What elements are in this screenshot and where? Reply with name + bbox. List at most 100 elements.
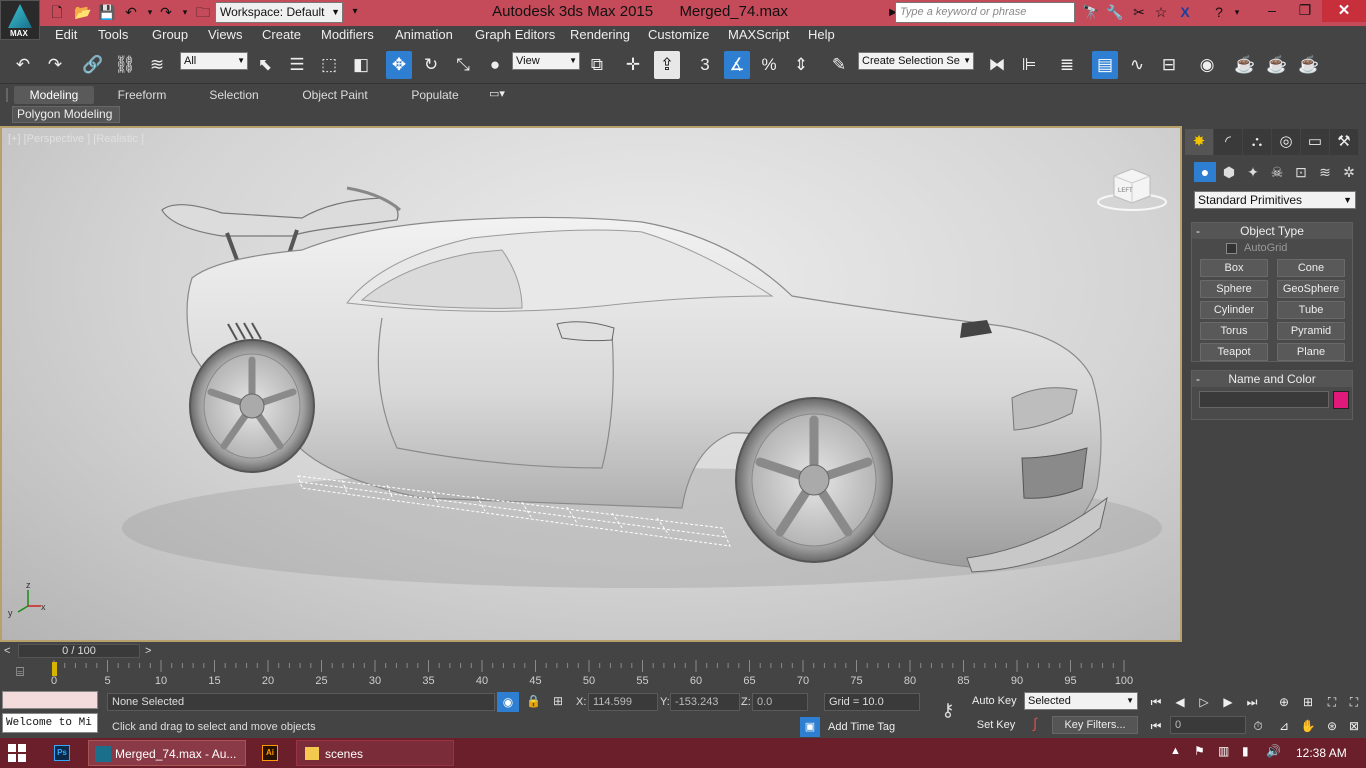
- key-mode-toggle-icon[interactable]: ⏮: [1146, 716, 1166, 736]
- redo-icon[interactable]: ↷: [42, 51, 68, 79]
- set-key-button[interactable]: Set Key: [972, 716, 1020, 734]
- menu-animation[interactable]: Animation: [395, 27, 453, 42]
- selection-lock-icon[interactable]: 🔒: [526, 694, 541, 708]
- menu-help[interactable]: Help: [808, 27, 835, 42]
- tab-freeform[interactable]: Freeform: [104, 86, 180, 104]
- pivot-point-icon[interactable]: ⧉: [584, 51, 610, 79]
- menu-group[interactable]: Group: [152, 27, 188, 42]
- perspective-viewport[interactable]: [+] [Perspective ] [Realistic ] LEFT x y…: [0, 126, 1182, 642]
- app-menu-button[interactable]: MAX: [0, 0, 40, 40]
- project-folder-icon[interactable]: 🗀: [194, 3, 212, 21]
- object-category-dropdown[interactable]: Standard Primitives ▼: [1194, 191, 1356, 209]
- bind-to-space-warp-icon[interactable]: ≋: [144, 51, 170, 79]
- field-of-view-icon[interactable]: ⊿: [1274, 716, 1294, 736]
- shapes-icon[interactable]: ⬢: [1218, 162, 1240, 182]
- tab-modeling[interactable]: Modeling: [14, 86, 94, 104]
- ribbon-panel-polygon-modeling[interactable]: Polygon Modeling: [12, 106, 120, 123]
- favorites-star-icon[interactable]: ☆: [1152, 3, 1170, 21]
- display-tab-icon[interactable]: ▭: [1301, 129, 1329, 155]
- z-coordinate-input[interactable]: 0.0: [752, 693, 808, 711]
- next-frame-icon[interactable]: ▶: [1218, 692, 1238, 712]
- auto-key-button[interactable]: Auto Key: [972, 695, 1017, 707]
- volume-icon[interactable]: 🔊: [1266, 744, 1281, 758]
- redo-dropdown-icon[interactable]: ▾: [176, 3, 194, 21]
- flag-icon[interactable]: ⚑: [1194, 744, 1205, 758]
- subscription-icon[interactable]: 🔧: [1106, 3, 1124, 21]
- align-icon[interactable]: ⊫: [1016, 51, 1042, 79]
- plane-button[interactable]: Plane: [1277, 343, 1345, 361]
- exchange-icon[interactable]: X: [1176, 3, 1194, 21]
- create-tab-icon[interactable]: ✸: [1185, 129, 1213, 155]
- view-cube[interactable]: LEFT: [1092, 164, 1172, 214]
- zoom-extents-icon[interactable]: ⛶: [1322, 692, 1342, 712]
- layer-manager-icon[interactable]: ≣: [1054, 51, 1080, 79]
- modify-tab-icon[interactable]: ◜: [1214, 129, 1242, 155]
- adaptive-degradation-icon[interactable]: ▣: [800, 717, 820, 737]
- helpers-icon[interactable]: ⊡: [1290, 162, 1312, 182]
- car-model[interactable]: [2, 128, 1182, 642]
- go-to-start-icon[interactable]: ⏮: [1146, 692, 1166, 712]
- isolate-selection-icon[interactable]: ◉: [497, 692, 519, 712]
- tube-button[interactable]: Tube: [1277, 301, 1345, 319]
- select-and-scale-icon[interactable]: ⤡: [450, 51, 476, 79]
- select-and-place-icon[interactable]: ●: [482, 51, 508, 79]
- cylinder-button[interactable]: Cylinder: [1200, 301, 1268, 319]
- selection-filter-dropdown[interactable]: All ▼: [180, 52, 248, 70]
- geosphere-button[interactable]: GeoSphere: [1277, 280, 1345, 298]
- ribbon-grip[interactable]: [6, 88, 8, 102]
- keyboard-shortcut-override-icon[interactable]: ⇪: [654, 51, 680, 79]
- menu-create[interactable]: Create: [262, 27, 301, 42]
- autogrid-checkbox[interactable]: [1226, 243, 1237, 254]
- battery-icon[interactable]: ▮: [1242, 744, 1249, 758]
- pan-view-icon[interactable]: ✋: [1298, 716, 1318, 736]
- redo-icon[interactable]: ↷: [157, 3, 175, 21]
- render-setup-icon[interactable]: ☕: [1232, 51, 1258, 79]
- maxscript-mini-listener-top[interactable]: [2, 691, 98, 709]
- undo-icon[interactable]: ↶: [10, 51, 36, 79]
- orbit-icon[interactable]: ⊛: [1322, 716, 1342, 736]
- menu-tools[interactable]: Tools: [98, 27, 128, 42]
- quick-access-dropdown-icon[interactable]: ▾: [346, 3, 364, 21]
- named-selection-dropdown[interactable]: Create Selection Se ▼: [858, 52, 974, 70]
- curve-editor-icon[interactable]: ∿: [1124, 51, 1150, 79]
- maximize-viewport-icon[interactable]: ⊠: [1344, 716, 1364, 736]
- object-color-swatch[interactable]: [1333, 391, 1349, 409]
- close-icon[interactable]: ✕: [1322, 0, 1366, 22]
- motion-tab-icon[interactable]: ◎: [1272, 129, 1300, 155]
- show-hidden-icons-icon[interactable]: ▲: [1170, 745, 1181, 757]
- angle-snap-icon[interactable]: ∡: [724, 51, 750, 79]
- search-input[interactable]: Type a keyword or phrase: [895, 2, 1075, 23]
- default-tangent-icon[interactable]: ∫: [1024, 715, 1046, 735]
- current-frame-input[interactable]: 0: [1170, 716, 1246, 734]
- tab-selection[interactable]: Selection: [196, 86, 272, 104]
- menu-edit[interactable]: Edit: [55, 27, 77, 42]
- rendered-frame-window-icon[interactable]: ☕: [1264, 51, 1290, 79]
- name-and-color-header[interactable]: - Name and Color: [1192, 371, 1352, 387]
- absolute-mode-icon[interactable]: ⊞: [553, 694, 563, 708]
- y-coordinate-input[interactable]: -153.243: [670, 693, 740, 711]
- add-time-tag[interactable]: Add Time Tag: [828, 721, 895, 733]
- save-icon[interactable]: 💾: [98, 3, 116, 21]
- time-configuration-icon[interactable]: ⏱: [1248, 716, 1268, 736]
- mini-curve-editor-icon[interactable]: ⌸: [10, 664, 30, 684]
- box-button[interactable]: Box: [1200, 259, 1268, 277]
- zoom-all-icon[interactable]: ⊞: [1298, 692, 1318, 712]
- menu-views[interactable]: Views: [208, 27, 242, 42]
- teapot-button[interactable]: Teapot: [1200, 343, 1268, 361]
- 3dsmax-taskbar-button[interactable]: Merged_74.max - Au...: [88, 740, 246, 766]
- cameras-icon[interactable]: ☠: [1266, 162, 1288, 182]
- window-crossing-icon[interactable]: ◧: [348, 51, 374, 79]
- help-dropdown-icon[interactable]: ▾: [1228, 3, 1246, 21]
- menu-rendering[interactable]: Rendering: [570, 27, 630, 42]
- select-object-icon[interactable]: ⬉: [252, 51, 278, 79]
- binoculars-icon[interactable]: 🔭: [1082, 3, 1100, 21]
- time-slider-prev-icon[interactable]: <: [4, 645, 10, 657]
- torus-button[interactable]: Torus: [1200, 322, 1268, 340]
- cone-button[interactable]: Cone: [1277, 259, 1345, 277]
- timeline-ruler[interactable]: 0 5 10 15 20 25 30 35 40 45 50 55 60 65 70 75 80 85 90 95 10…: [40, 660, 1182, 688]
- percent-snap-icon[interactable]: %: [756, 51, 782, 79]
- undo-icon[interactable]: ↶: [122, 3, 140, 21]
- illustrator-taskbar-button[interactable]: Ai: [254, 740, 288, 766]
- clock[interactable]: 12:38 AM: [1296, 746, 1347, 760]
- edit-named-selection-icon[interactable]: ✎: [826, 51, 852, 79]
